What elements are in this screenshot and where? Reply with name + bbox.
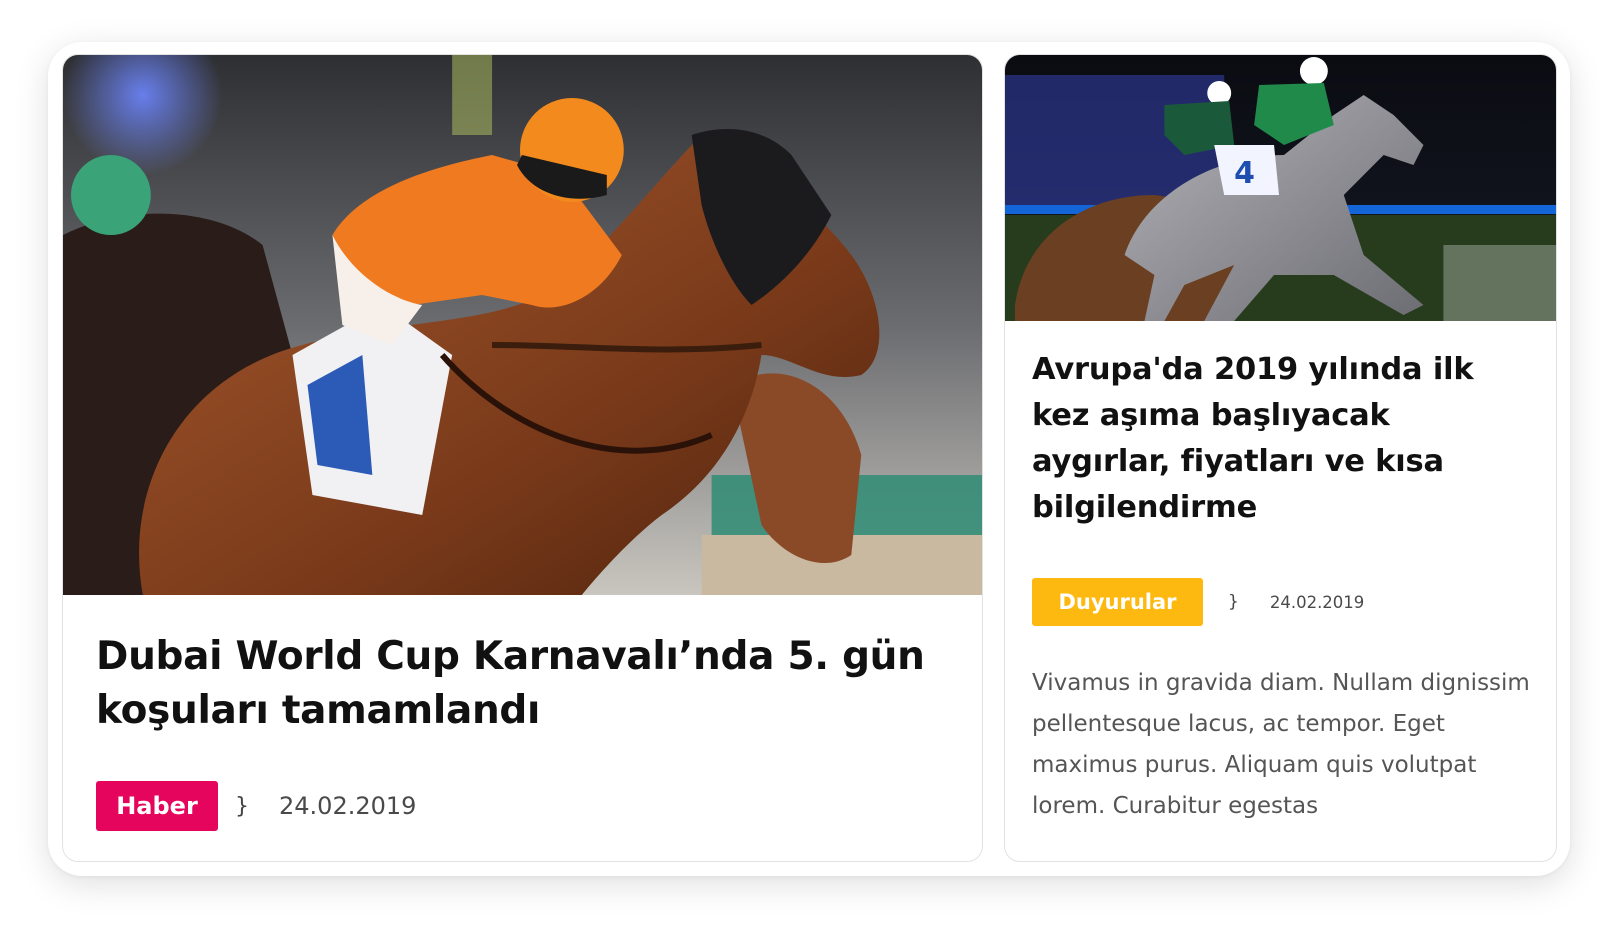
featured-news-title[interactable]: Dubai World Cup Karnavalı’nda 5. gün koş…	[96, 630, 946, 738]
featured-news-meta: Haber } 24.02.2019	[96, 781, 416, 831]
featured-news-image[interactable]	[63, 55, 982, 595]
secondary-news-excerpt: Vivamus in gravida diam. Nullam dignissi…	[1032, 670, 1530, 819]
meta-separator: }	[1228, 592, 1239, 612]
secondary-news-meta: Duyurular } 24.02.2019	[1032, 578, 1364, 626]
featured-news-date: 24.02.2019	[279, 792, 417, 820]
category-badge-duyurular[interactable]: Duyurular	[1032, 578, 1203, 626]
news-card-featured[interactable]: Dubai World Cup Karnavalı’nda 5. gün koş…	[62, 54, 983, 862]
secondary-news-date: 24.02.2019	[1269, 592, 1365, 612]
secondary-news-image[interactable]: 4	[1005, 55, 1556, 321]
svg-text:4: 4	[1234, 156, 1255, 191]
category-badge-haber[interactable]: Haber	[96, 781, 218, 831]
secondary-news-title[interactable]: Avrupa'da 2019 yılında ilk kez aşıma baş…	[1032, 347, 1537, 531]
news-card-secondary[interactable]: 4 Avrupa'da 2019 yılında ilk kez aşıma b…	[1004, 54, 1557, 862]
meta-separator: }	[235, 793, 249, 819]
